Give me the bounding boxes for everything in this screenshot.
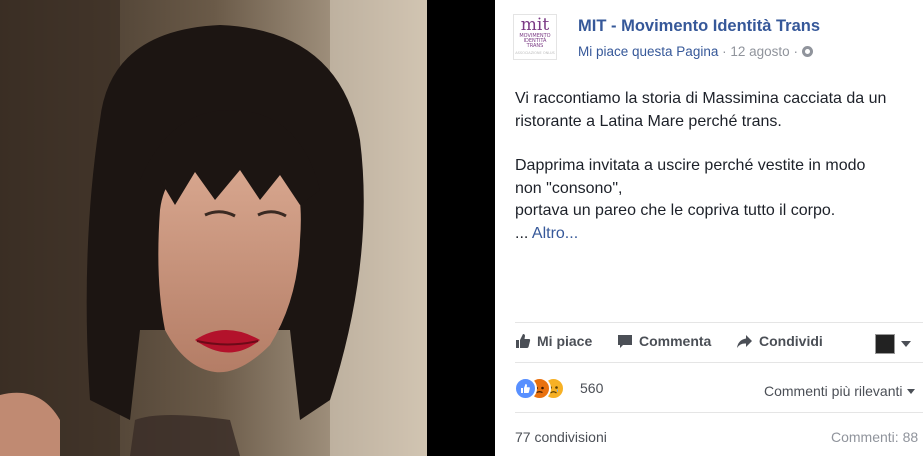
- comment-sort-dropdown[interactable]: Commenti più rilevanti: [764, 383, 915, 399]
- post-date[interactable]: 12 agosto: [730, 44, 789, 59]
- like-label: Mi piace: [537, 333, 593, 349]
- page-logo[interactable]: mit MOVIMENTO IDENTITÀ TRANS ASSOCIAZION…: [513, 14, 557, 60]
- shares-count-link[interactable]: 77 condivisioni: [515, 429, 607, 445]
- viewer-background: [427, 0, 495, 456]
- page-name-link[interactable]: MIT - Movimento Identità Trans: [578, 17, 820, 36]
- like-button[interactable]: Mi piace: [515, 333, 592, 349]
- logo-text-4: ASSOCIAZIONE ONLUS: [515, 51, 555, 55]
- share-label: Condividi: [759, 333, 823, 349]
- post-text-line: ... Altro...: [515, 223, 923, 246]
- like-page-link[interactable]: Mi piace questa Pagina: [578, 44, 718, 59]
- globe-icon[interactable]: [801, 46, 813, 57]
- comment-sort-label: Commenti più rilevanti: [764, 383, 903, 399]
- ellipsis: ...: [515, 224, 532, 242]
- actor-avatar[interactable]: [875, 334, 895, 354]
- post-text: Vi raccontiamo la storia di Massimina ca…: [515, 88, 923, 245]
- post-meta: Mi piace questa Pagina · 12 agosto ·: [578, 44, 813, 59]
- comments-count: Commenti: 88: [831, 429, 919, 445]
- action-bar: Mi piace Commenta Condividi: [515, 331, 923, 355]
- divider: [515, 412, 923, 413]
- post-text-line: Dapprima invitata a uscire perché vestit…: [515, 157, 866, 174]
- chevron-down-icon: [906, 389, 915, 394]
- post-text-line: portava un pareo che le copriva tutto il…: [515, 202, 836, 219]
- logo-text-3: TRANS: [526, 43, 544, 49]
- share-button[interactable]: Condividi: [736, 333, 823, 349]
- logo-mark: mit: [520, 15, 550, 35]
- divider: [515, 362, 923, 363]
- see-more-link[interactable]: Altro...: [532, 225, 578, 242]
- portrait-image: [0, 0, 427, 456]
- comment-button[interactable]: Commenta: [617, 333, 711, 349]
- divider: [515, 322, 923, 323]
- reactions-count: 560: [580, 380, 604, 396]
- post-photo[interactable]: [0, 0, 427, 456]
- share-icon: [737, 335, 752, 348]
- comment-icon: [618, 335, 632, 348]
- post-text-line: non "consono",: [515, 179, 623, 197]
- post-text-line: Vi raccontiamo la storia di Massimina ca…: [515, 90, 887, 107]
- post-text-line: ristorante a Latina Mare perché trans.: [515, 112, 782, 130]
- comment-label: Commenta: [639, 333, 712, 349]
- chevron-down-icon[interactable]: [901, 341, 911, 347]
- meta-separator: ·: [722, 44, 727, 59]
- meta-separator: ·: [793, 44, 798, 59]
- thumbs-up-icon: [516, 334, 531, 348]
- post-sidebar: mit MOVIMENTO IDENTITÀ TRANS ASSOCIAZION…: [495, 0, 923, 456]
- like-reaction-icon: [514, 377, 537, 400]
